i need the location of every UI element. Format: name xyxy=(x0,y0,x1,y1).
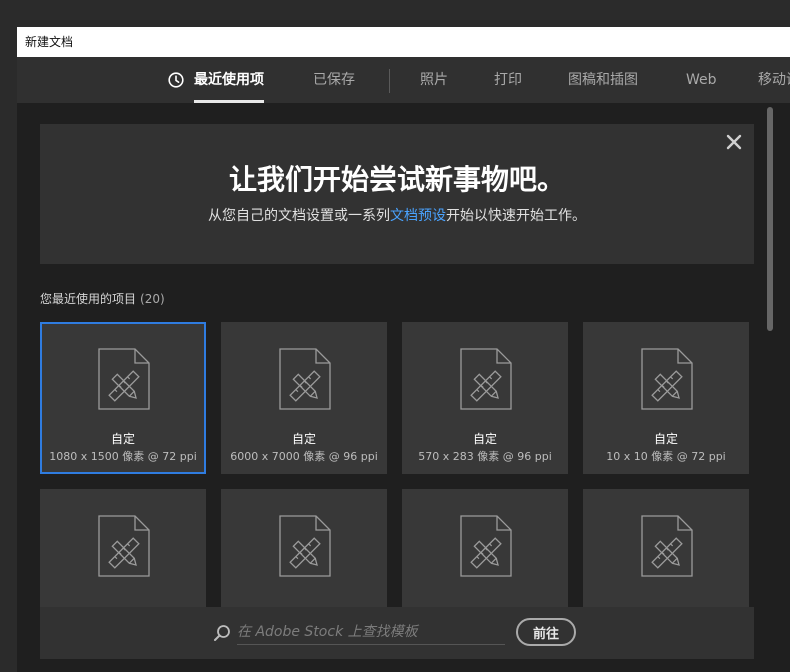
document-icon xyxy=(279,515,331,577)
tab-art-illustration[interactable]: 图稿和插图 xyxy=(568,57,638,103)
preset-dimensions: 1080 x 1500 像素 @ 72 ppi xyxy=(49,450,197,463)
preset-name: 自定 xyxy=(110,432,135,446)
tab-mobile-label: 移动设备 xyxy=(758,72,790,88)
stock-search-bar: 前往 xyxy=(40,607,754,659)
window-title: 新建文档 xyxy=(25,35,74,49)
preset-card[interactable]: 自定 570 x 283 像素 @ 96 ppi xyxy=(402,322,568,474)
search-icon xyxy=(214,625,230,641)
document-icon xyxy=(279,348,331,410)
preset-card[interactable]: 自定 6000 x 7000 像素 @ 96 ppi xyxy=(221,322,387,474)
preset-name: 自定 xyxy=(653,432,678,446)
desktop-top-strip xyxy=(0,0,790,27)
document-icon xyxy=(641,348,693,410)
desktop-left-strip xyxy=(0,27,17,672)
document-icon xyxy=(460,515,512,577)
document-icon xyxy=(460,348,512,410)
scrollbar[interactable] xyxy=(766,107,774,595)
tab-divider xyxy=(389,69,390,93)
welcome-headline: 让我们开始尝试新事物吧。 xyxy=(228,163,565,196)
tab-web[interactable]: Web xyxy=(686,57,717,103)
preset-dimensions: 10 x 10 像素 @ 72 ppi xyxy=(606,450,726,463)
welcome-subtitle: 从您自己的文档设置或一系列文档预设开始以快速开始工作。 xyxy=(40,205,754,225)
preset-dimensions: 570 x 283 像素 @ 96 ppi xyxy=(418,450,552,463)
preset-name: 自定 xyxy=(472,432,497,446)
tab-mobile[interactable]: 移动设备 xyxy=(758,57,790,103)
window-title-bar: 新建文档 xyxy=(17,27,790,57)
tab-photo[interactable]: 照片 xyxy=(420,57,448,103)
scrollbar-thumb[interactable] xyxy=(767,107,773,331)
document-presets-link[interactable]: 文档预设 xyxy=(390,208,446,224)
document-icon xyxy=(641,515,693,577)
tab-saved-label: 已保存 xyxy=(313,72,355,88)
recent-items-count: (20) xyxy=(140,292,165,306)
welcome-banner: 让我们开始尝试新事物吧。 从您自己的文档设置或一系列文档预设开始以快速开始工作。 xyxy=(40,124,754,264)
tab-photo-label: 照片 xyxy=(420,72,448,88)
tab-saved[interactable]: 已保存 xyxy=(313,57,355,103)
clock-icon xyxy=(168,72,184,88)
tab-recent-label: 最近使用项 xyxy=(194,72,264,88)
document-icon xyxy=(98,348,150,410)
document-icon xyxy=(98,515,150,577)
preset-name: 自定 xyxy=(291,432,316,446)
preset-dimensions: 6000 x 7000 像素 @ 96 ppi xyxy=(230,450,378,463)
recent-items-label: 您最近使用的项目 xyxy=(40,292,137,306)
tab-recent[interactable]: 最近使用项 xyxy=(168,57,264,103)
stock-search-input[interactable] xyxy=(237,620,505,645)
welcome-subtitle-end: 开始以快速开始工作。 xyxy=(446,208,586,224)
preset-card[interactable]: 自定 10 x 10 像素 @ 72 ppi xyxy=(583,322,749,474)
tab-print-label: 打印 xyxy=(494,72,522,88)
tab-web-label: Web xyxy=(686,72,717,88)
preset-tab-bar: 最近使用项 已保存 照片 打印 图稿和插图 Web 移动设备 xyxy=(17,57,790,103)
recent-items-heading: 您最近使用的项目 (20) xyxy=(40,290,165,307)
preset-card[interactable]: 自定 1080 x 1500 像素 @ 72 ppi xyxy=(40,322,206,474)
tab-print[interactable]: 打印 xyxy=(494,57,522,103)
tab-art-illustration-label: 图稿和插图 xyxy=(568,72,638,88)
welcome-subtitle-start: 从您自己的文档设置或一系列 xyxy=(208,208,390,224)
active-tab-indicator xyxy=(194,100,264,103)
close-icon[interactable] xyxy=(724,132,744,152)
go-button[interactable]: 前往 xyxy=(516,618,576,646)
new-document-dialog: 最近使用项 已保存 照片 打印 图稿和插图 Web 移动设备 让我们开始尝试新事… xyxy=(17,57,790,672)
